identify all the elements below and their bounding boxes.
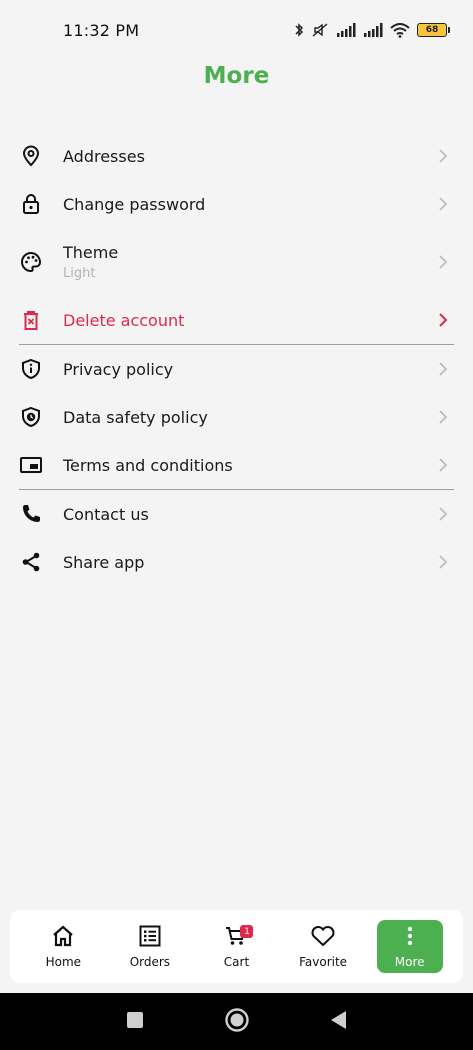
trash-icon [19,308,43,332]
menu-item-label: Share app [63,552,145,572]
bluetooth-icon [294,22,304,38]
menu-item-data-safety-policy[interactable]: Data safety policy [0,393,473,441]
nav-label: More [394,954,425,969]
home-button[interactable] [224,1007,250,1037]
menu-item-share-app[interactable]: Share app [0,538,473,586]
status-time: 11:32 PM [63,20,140,40]
nav-favorite[interactable]: Favorite [290,920,356,973]
chevron-right-icon [437,360,449,378]
back-button[interactable] [330,1010,348,1034]
nav-home[interactable]: Home [30,920,96,973]
nav-label: Cart [223,954,250,969]
battery-level: 68 [425,25,439,35]
menu-item-terms-and-conditions[interactable]: Terms and conditions [0,441,473,489]
location-pin-icon [19,144,43,168]
signal-icon [336,23,356,37]
home-icon [51,925,75,951]
chevron-right-icon [437,408,449,426]
nav-more[interactable]: More [376,920,443,973]
menu-item-label: Theme [63,243,119,262]
system-nav-bar [0,993,473,1050]
status-icons: 68 [294,22,450,38]
palette-icon [19,250,43,274]
share-icon [19,550,43,574]
chevron-right-icon [437,456,449,474]
menu-item-theme[interactable]: Theme Light [0,228,473,296]
chevron-right-icon [437,505,449,523]
recent-apps-button[interactable] [126,1011,144,1033]
shield-clock-icon [19,405,43,429]
chevron-right-icon [437,553,449,571]
picture-in-picture-icon [19,453,43,477]
menu-item-privacy-policy[interactable]: Privacy policy [0,345,473,393]
wifi-icon [390,22,410,38]
menu-item-label: Privacy policy [63,359,174,379]
orders-list-icon [138,925,162,951]
menu-item-label: Delete account [63,310,185,330]
nav-label: Orders [129,954,171,969]
menu-item-label: Data safety policy [63,407,208,427]
menu-item-delete-account[interactable]: Delete account [0,296,473,344]
menu-item-addresses[interactable]: Addresses [0,132,473,180]
battery-icon: 68 [417,23,450,37]
chevron-right-icon [437,147,449,165]
settings-menu: Addresses Change password Theme Light De… [0,132,473,586]
heart-icon [310,925,336,951]
lock-icon [19,192,43,216]
phone-icon [19,502,43,526]
more-vertical-icon [406,925,414,951]
menu-item-label: Addresses [63,146,145,166]
theme-value: Light [63,266,96,281]
menu-item-label: Terms and conditions [63,455,233,475]
nav-cart[interactable]: 1 Cart [203,920,269,973]
menu-item-change-password[interactable]: Change password [0,180,473,228]
nav-label: Home [45,954,82,969]
nav-orders[interactable]: Orders [117,920,183,973]
chevron-right-icon [437,253,449,271]
menu-item-contact-us[interactable]: Contact us [0,490,473,538]
menu-item-label: Change password [63,194,206,214]
chevron-right-icon [437,311,449,329]
cart-badge: 1 [240,925,254,938]
nav-label: Favorite [299,954,348,969]
bottom-nav: Home Orders 1 Cart Favorite More [10,910,463,983]
shield-info-icon [19,357,43,381]
chevron-right-icon [437,195,449,213]
menu-item-label: Contact us [63,504,149,524]
mute-icon [311,22,329,38]
signal-icon [363,23,383,37]
page-title: More [203,63,270,89]
status-bar: 11:32 PM 68 [0,0,473,60]
